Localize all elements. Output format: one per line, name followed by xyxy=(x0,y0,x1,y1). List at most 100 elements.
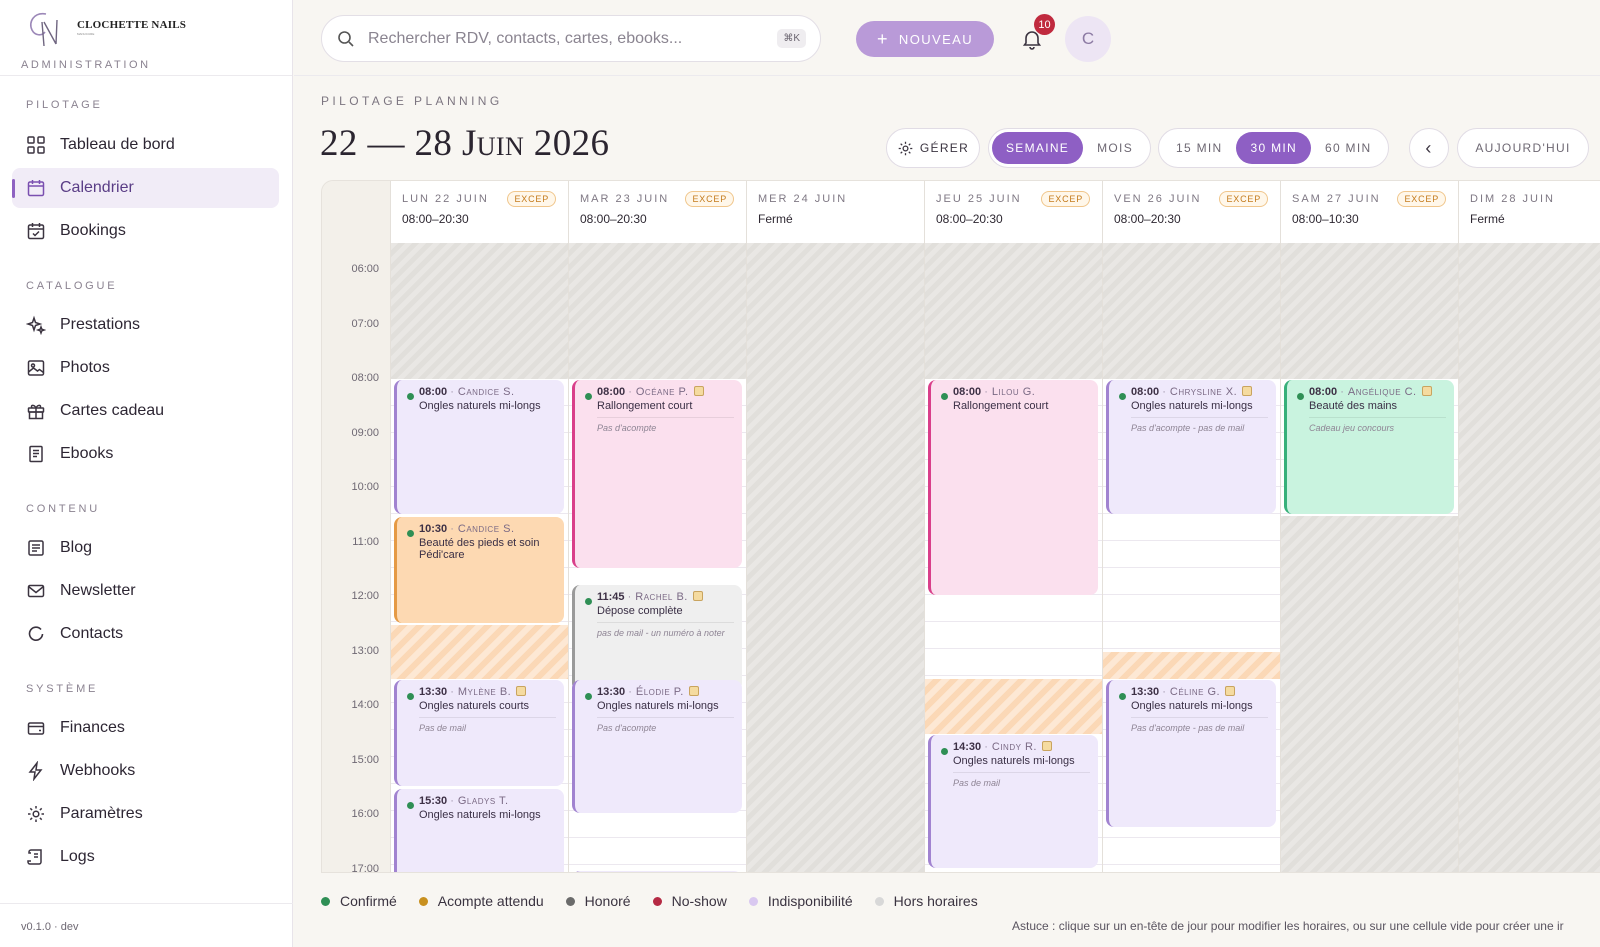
legend-label: No-show xyxy=(671,893,727,909)
status-dot xyxy=(407,529,414,537)
day-column[interactable]: 08:00 · Lilou G. Rallongement court 14:30 ·… xyxy=(924,243,1102,872)
unavailability-block[interactable] xyxy=(1103,651,1280,679)
sidebar-item-label: Blog xyxy=(60,539,93,556)
sidebar-item-label: Paramètres xyxy=(60,805,143,822)
day-column[interactable] xyxy=(1458,243,1600,872)
appointment-card[interactable]: 13:30 · Élodie P. Ongles naturels mi-longs… xyxy=(572,680,742,814)
avatar[interactable]: C xyxy=(1065,16,1111,62)
slot-60-button[interactable]: 60 MIN xyxy=(1311,132,1385,164)
legend-dot xyxy=(565,896,575,906)
legend-item: Indisponibilité xyxy=(748,893,853,909)
appointment-card[interactable]: 08:00 · Chrysline X. Ongles naturels mi-lo… xyxy=(1106,380,1276,514)
bolt-icon xyxy=(28,761,43,781)
appointment-card[interactable]: 08:00 · Candice S. Ongles naturels mi-long… xyxy=(394,380,564,514)
sidebar-item-webhooks[interactable]: Webhooks xyxy=(12,751,279,791)
day-column[interactable]: 08:00 · Océane P. Rallongement court Pas d'… xyxy=(568,243,746,872)
calendar-check-icon xyxy=(27,223,45,240)
day-header[interactable]: VEN 26 JUIN 08:00–20:30 EXCEP xyxy=(1102,181,1280,243)
brand-name: CLOCHETTE NAILS xyxy=(77,19,187,31)
status-dot xyxy=(585,597,592,605)
appointment-card[interactable]: 13:30 · Mylène B. Ongles naturels courts Pa… xyxy=(394,680,564,786)
legend-item: Hors horaires xyxy=(874,893,978,909)
image-icon xyxy=(27,360,45,376)
sidebar-item-photos[interactable]: Photos xyxy=(12,348,279,388)
slot-30-button[interactable]: 30 MIN xyxy=(1236,132,1311,164)
nav-section-pilotage: PILOTAGE xyxy=(26,99,103,111)
time-label: 11:00 xyxy=(352,535,379,548)
day-name: MER 24 JUIN xyxy=(758,193,848,205)
status-dot xyxy=(585,693,592,700)
time-label: 07:00 xyxy=(351,317,379,330)
sidebar-item-label: Bookings xyxy=(60,222,126,239)
search-bar[interactable]: ⌘K xyxy=(321,15,821,62)
tip-text: Astuce : clique sur un en-tête de jour p… xyxy=(1012,919,1564,933)
appointment-card[interactable]: 14:30 · Cindy R. Ongles naturels mi-longs P… xyxy=(928,734,1098,868)
day-header[interactable]: DIM 28 JUIN Fermé xyxy=(1458,181,1600,243)
sidebar-item-finances[interactable]: Finances xyxy=(12,708,279,748)
time-label: 06:00 xyxy=(351,263,379,276)
status-dot xyxy=(941,393,948,401)
day-column[interactable]: 08:00 · Angélique C. Beauté des mains Cadea… xyxy=(1280,243,1458,872)
today-button[interactable]: AUJOURD'HUI xyxy=(1457,128,1589,168)
notification-badge: 10 xyxy=(1034,14,1055,35)
manage-button[interactable]: GÉRER xyxy=(886,128,980,168)
client-name: Cindy R. xyxy=(991,740,1037,753)
service-name: Ongles naturels mi-longs xyxy=(1131,400,1253,413)
sidebar-item-logs[interactable]: Logs xyxy=(12,837,279,877)
sidebar-item-parametres[interactable]: Paramètres xyxy=(12,794,279,834)
separator: · xyxy=(625,686,632,698)
day-header[interactable]: SAM 27 JUIN 08:00–10:30 EXCEP xyxy=(1280,181,1458,243)
sidebar-item-newsletter[interactable]: Newsletter xyxy=(12,571,279,611)
search-input[interactable] xyxy=(368,29,768,48)
client-name: Céline G. xyxy=(1169,686,1221,698)
day-hours: 08:00–20:30 xyxy=(1114,212,1181,226)
appointment-card[interactable]: 15:30 · Gladys T. Ongles naturels mi-longs xyxy=(394,789,564,872)
appointment-card[interactable]: 08:00 · Océane P. Rallongement court Pas d'… xyxy=(572,380,742,568)
appointment-card[interactable]: 17:00 ·Lisa F. xyxy=(572,870,742,872)
sidebar-item-label: Newsletter xyxy=(60,582,136,599)
appointment-card[interactable]: 08:00 · Lilou G. Rallongement court xyxy=(928,380,1098,596)
appointment-card[interactable]: 11:45 · Rachel B. Dépose complète pas de ma… xyxy=(572,584,742,691)
separator: · xyxy=(981,740,988,753)
new-button[interactable]: + NOUVEAU xyxy=(856,21,994,57)
legend-dot xyxy=(321,896,330,906)
appointment-card[interactable]: 13:30 · Céline G. Ongles naturels mi-longs… xyxy=(1106,680,1276,827)
view-week-button[interactable]: SEMAINE xyxy=(992,132,1084,164)
sidebar-item-bookings[interactable]: Bookings xyxy=(12,211,279,251)
appointment-card[interactable]: 08:00 · Angélique C. Beauté des mains Cadea… xyxy=(1284,380,1454,514)
legend-dot xyxy=(874,896,884,906)
sidebar-item-prestations[interactable]: Prestations xyxy=(12,305,279,345)
day-header[interactable]: MAR 23 JUIN 08:00–20:30 EXCEP xyxy=(568,181,746,243)
day-header[interactable]: LUN 22 JUIN 08:00–20:30 EXCEP xyxy=(390,181,568,243)
memo-icon xyxy=(1421,386,1432,397)
service-name: Ongles naturels mi-longs xyxy=(1131,700,1253,712)
appointment-card[interactable]: 10:30 · Candice S. Beauté des pieds et soi… xyxy=(394,516,564,623)
service-name: Rallongement court xyxy=(597,400,693,413)
separator: · xyxy=(447,795,454,807)
day-column[interactable]: 08:00 · Candice S. Ongles naturels mi-long… xyxy=(390,243,568,872)
sidebar-item-contacts[interactable]: Contacts xyxy=(12,614,279,654)
sidebar-item-tableau-de-bord[interactable]: Tableau de bord xyxy=(12,125,279,165)
day-header[interactable]: JEU 25 JUIN 08:00–20:30 EXCEP xyxy=(924,181,1102,243)
closed-hours-area xyxy=(747,243,924,872)
book-icon xyxy=(29,445,43,463)
legend-label: Acompte attendu xyxy=(437,893,544,909)
client-name: Angélique C. xyxy=(1347,386,1417,399)
time-label: 14:00 xyxy=(351,699,379,712)
day-column[interactable] xyxy=(746,243,924,872)
day-column[interactable]: 08:00 · Chrysline X. Ongles naturels mi-lo… xyxy=(1102,243,1280,872)
prev-week-button[interactable]: ‹ xyxy=(1409,128,1449,168)
slot-15-button[interactable]: 15 MIN xyxy=(1162,132,1236,164)
sidebar-item-ebooks[interactable]: Ebooks xyxy=(12,434,279,474)
appointment-header: 08:00 · Chrysline X. xyxy=(1131,386,1268,398)
sidebar-item-blog[interactable]: Blog xyxy=(12,528,279,568)
legend: Confirmé Acompte attendu Honoré No-show Indi… xyxy=(321,893,1000,909)
sidebar-item-cartes-cadeau[interactable]: Cartes cadeau xyxy=(12,391,279,431)
sidebar-item-calendrier[interactable]: Calendrier xyxy=(12,168,279,208)
day-hours: Fermé xyxy=(1470,212,1505,226)
view-month-button[interactable]: MOIS xyxy=(1083,132,1147,164)
unavailability-block[interactable] xyxy=(391,624,568,679)
day-header[interactable]: MER 24 JUIN Fermé xyxy=(746,181,924,243)
status-dot xyxy=(1119,393,1126,401)
unavailability-block[interactable] xyxy=(925,679,1102,734)
